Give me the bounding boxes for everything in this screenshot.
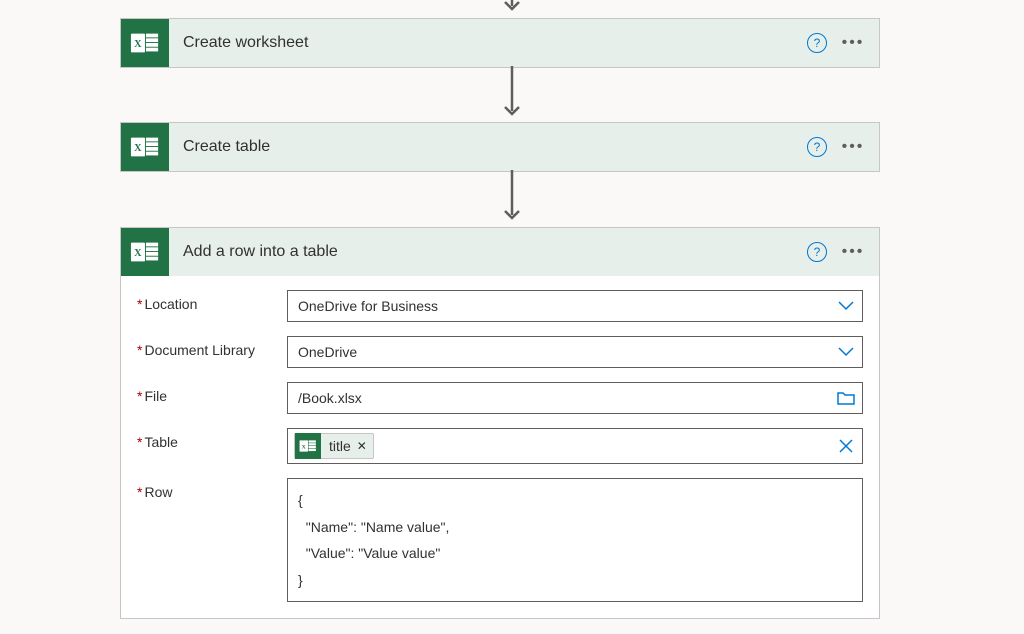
more-menu-icon[interactable]: ••• [835,25,871,61]
excel-icon: X [295,433,321,459]
svg-text:X: X [134,143,142,154]
help-icon[interactable]: ? [807,242,827,262]
step-create-table[interactable]: X Create table ? ••• [120,122,880,172]
more-menu-icon[interactable]: ••• [835,129,871,165]
step-create-worksheet[interactable]: X Create worksheet ? ••• [120,18,880,68]
connector-arrow [500,66,524,124]
svg-text:X: X [134,248,142,259]
file-label: *File [137,382,287,404]
document-library-dropdown[interactable]: OneDrive [287,336,863,368]
step-title: Add a row into a table [169,243,807,261]
location-label: *Location [137,290,287,312]
table-input[interactable]: X title ✕ [287,428,863,464]
excel-icon: X [121,228,169,276]
row-json-editor[interactable]: { "Name": "Name value", "Value": "Value … [287,478,863,602]
clear-field-icon[interactable] [830,439,862,453]
more-menu-icon[interactable]: ••• [835,234,871,270]
document-library-label: *Document Library [137,336,287,358]
help-icon[interactable]: ? [807,137,827,157]
row-label: *Row [137,478,287,500]
connector-arrow-top [500,0,524,16]
step-title: Create worksheet [169,34,807,52]
svg-text:X: X [134,39,142,50]
help-icon[interactable]: ? [807,33,827,53]
file-input[interactable]: /Book.xlsx [287,382,863,414]
token-text: title [329,438,351,454]
chevron-down-icon[interactable] [830,301,862,311]
folder-picker-icon[interactable] [830,391,862,405]
excel-icon: X [121,123,169,171]
step-header[interactable]: X Add a row into a table ? ••• [121,228,879,276]
step-add-row: X Add a row into a table ? ••• *Location… [120,227,880,619]
connector-arrow [500,170,524,228]
token-remove-icon[interactable]: ✕ [357,439,367,453]
chevron-down-icon[interactable] [830,347,862,357]
dynamic-token-title[interactable]: X title ✕ [294,433,374,459]
table-label: *Table [137,428,287,450]
svg-text:X: X [302,444,306,450]
location-dropdown[interactable]: OneDrive for Business [287,290,863,322]
step-title: Create table [169,138,807,156]
excel-icon: X [121,19,169,67]
